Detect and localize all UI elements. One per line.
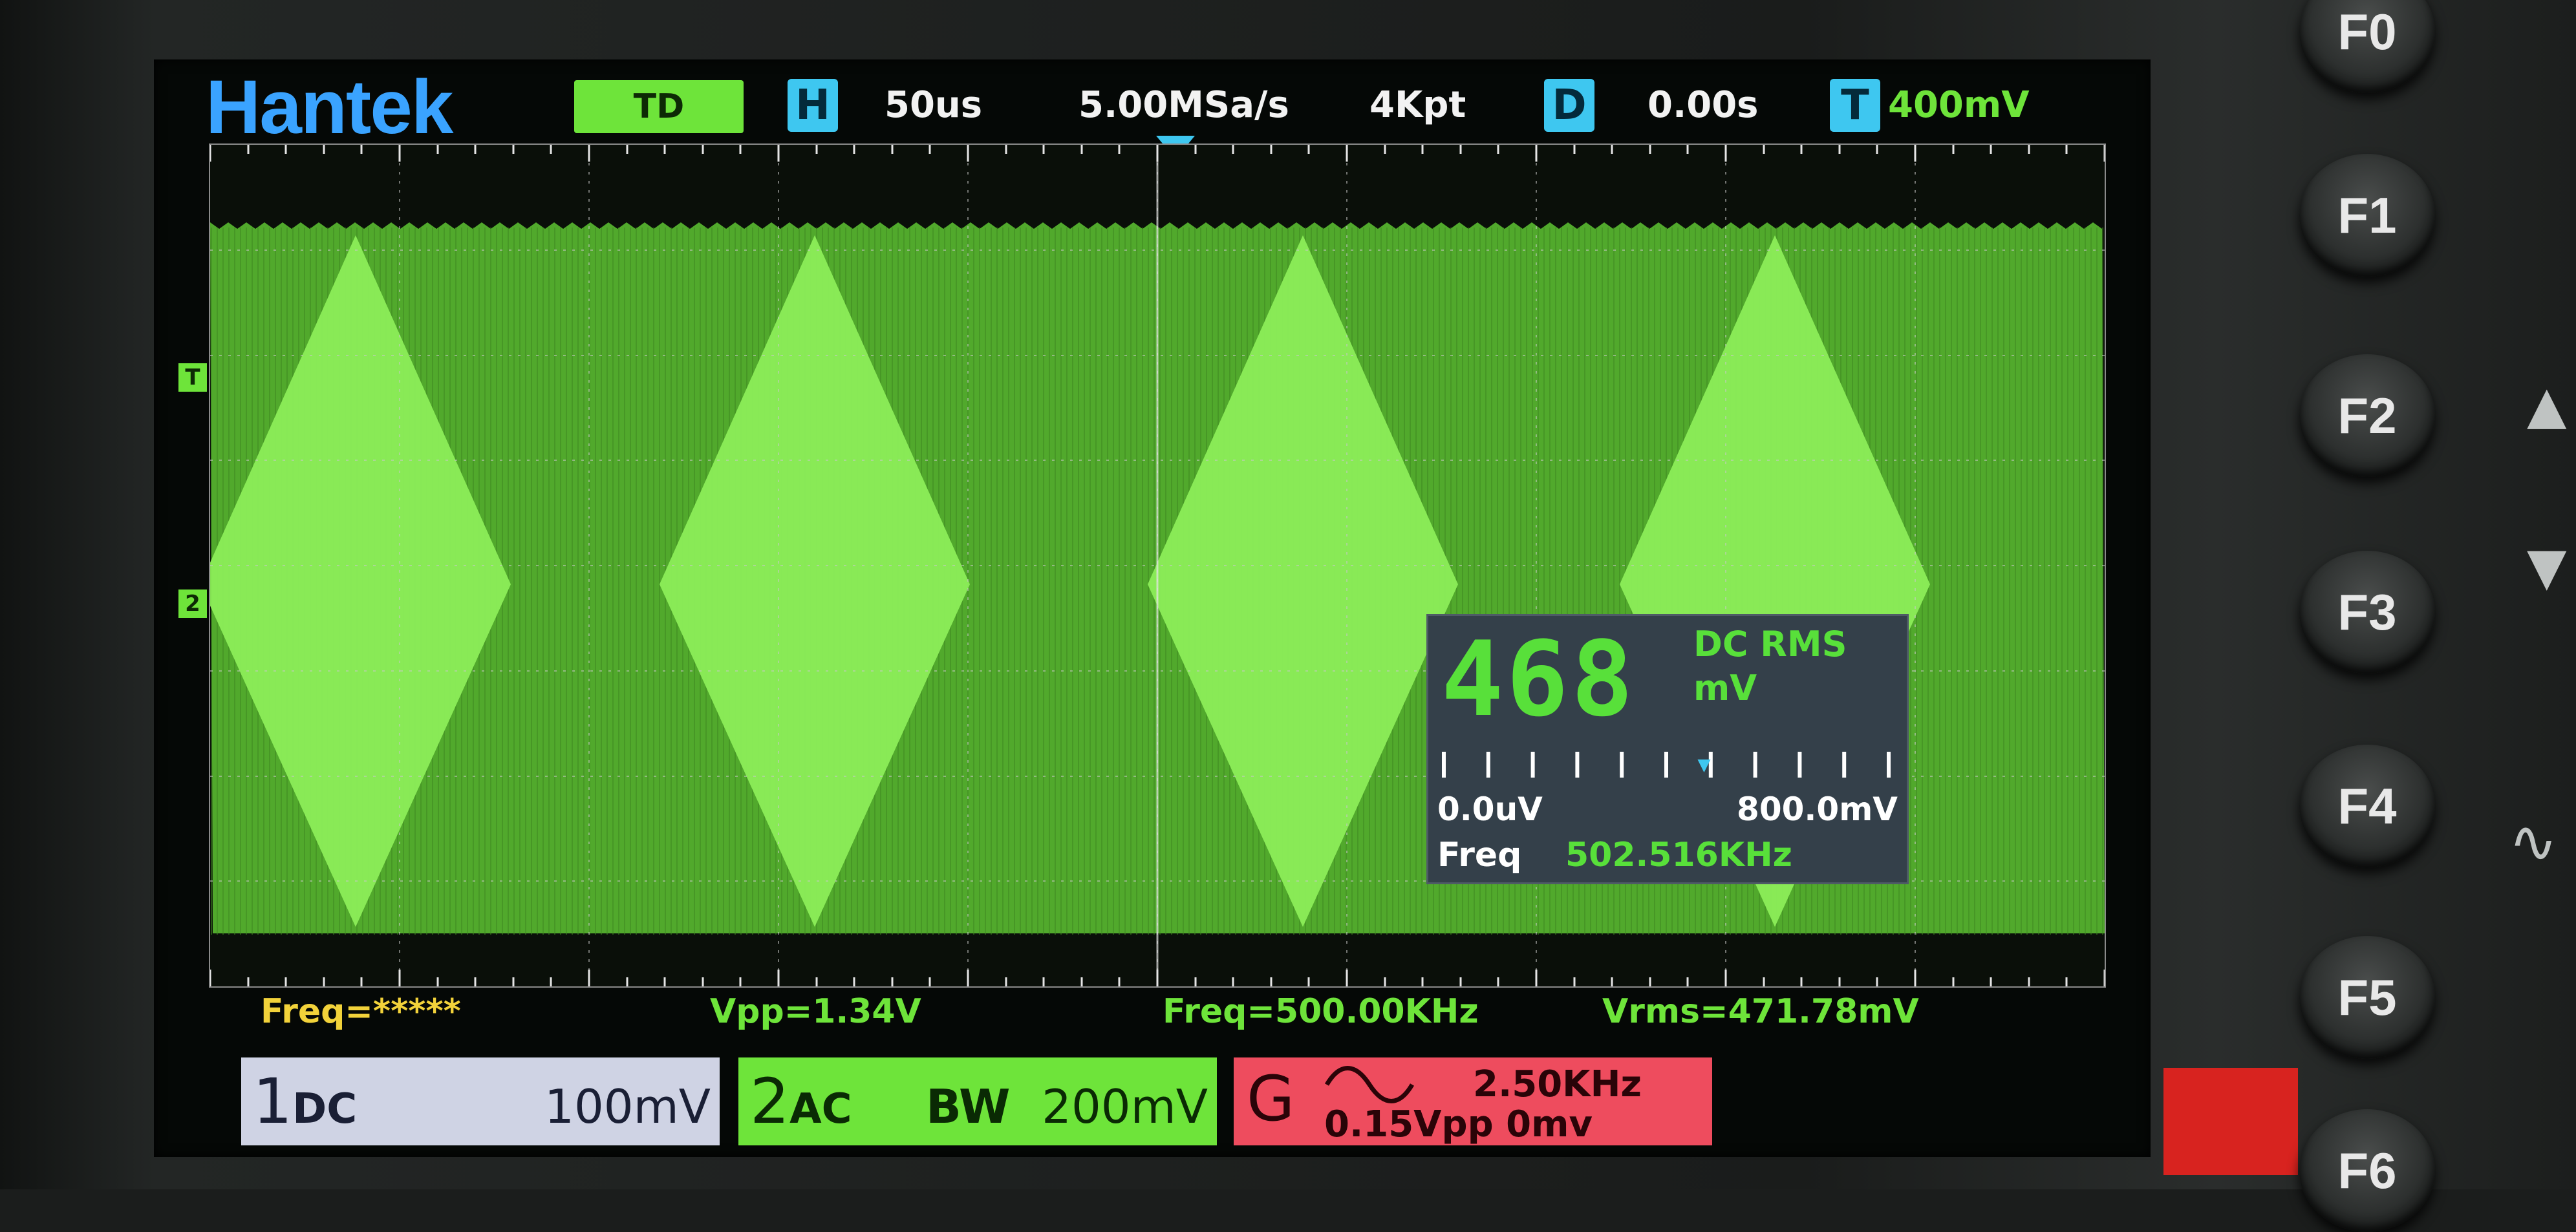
measure-vpp: Vpp=1.34V [710, 992, 921, 1031]
f2-button[interactable]: F2 [2299, 354, 2435, 477]
sample-rate-value: 5.00MSa/s [1079, 84, 1289, 126]
trigger-icon: T [1830, 79, 1880, 132]
measure-freq-ch1: Freq=***** [261, 992, 461, 1031]
multimeter-panel[interactable]: 468 DC RMS mV 0.0uV 800.0mV Freq 502.516… [1426, 614, 1909, 884]
horizontal-icon: H [788, 79, 838, 132]
meter-range-low: 0.0uV [1437, 791, 1543, 828]
red-indicator-panel [2163, 1068, 2298, 1175]
oscilloscope-screen: Hantek TD H 50us 5.00MSa/s 4Kpt D 0.00s … [154, 59, 2151, 1157]
trigger-level-marker[interactable]: T [178, 363, 207, 392]
f1-button[interactable]: F1 [2299, 154, 2435, 277]
channel2-status[interactable]: 2AC BW 200mV [738, 1057, 1217, 1145]
f3-button[interactable]: F3 [2299, 551, 2435, 674]
meter-mode: DC RMS [1693, 624, 1847, 664]
memory-depth-value: 4Kpt [1369, 84, 1466, 126]
timebase-value: 50us [885, 84, 983, 126]
f6-button[interactable]: F6 [2299, 1109, 2435, 1232]
measure-vrms: Vrms=471.78mV [1602, 992, 1919, 1031]
generator-label: G [1247, 1063, 1295, 1135]
meter-unit: mV [1693, 668, 1757, 708]
generator-frequency: 2.50KHz [1473, 1063, 1642, 1105]
channel1-status[interactable]: 1DC 100mV [241, 1057, 720, 1145]
channel-status-bar: 1DC 100mV 2AC BW 200mV G 2.50KHz 0.15Vpp… [154, 1050, 2151, 1157]
sine-icon [1324, 1066, 1415, 1103]
meter-scale [1442, 752, 1891, 778]
channel1-number: 1 [253, 1065, 293, 1138]
meter-freq-value: 502.516KHz [1565, 836, 1792, 875]
channel2-scale: 200mV [1042, 1079, 1208, 1134]
up-arrow-icon[interactable]: ▲ [2527, 375, 2567, 435]
down-arrow-icon[interactable]: ▼ [2527, 536, 2567, 597]
measure-freq-ch2: Freq=500.00KHz [1163, 992, 1479, 1031]
meter-range-high: 800.0mV [1737, 791, 1898, 828]
wave-knob-icon[interactable]: ∿ [2509, 808, 2557, 876]
generator-amplitude: 0.15Vpp 0mv [1324, 1103, 1593, 1145]
delay-value: 0.00s [1648, 84, 1759, 126]
channel2-number: 2 [750, 1065, 790, 1138]
channel2-coupling: AC [789, 1085, 852, 1133]
channel1-coupling: DC [292, 1085, 358, 1133]
meter-needle [1697, 759, 1711, 772]
top-status-bar: Hantek TD H 50us 5.00MSa/s 4Kpt D 0.00s … [154, 59, 2151, 146]
meter-reading: 468 [1441, 619, 1636, 739]
f4-button[interactable]: F4 [2299, 745, 2435, 867]
f5-button[interactable]: F5 [2299, 936, 2435, 1059]
channel1-scale: 100mV [544, 1079, 711, 1134]
channel2-bandwidth-limit: BW [926, 1079, 1011, 1134]
channel2-offset-marker[interactable]: 2 [178, 589, 207, 618]
generator-status[interactable]: G 2.50KHz 0.15Vpp 0mv [1234, 1057, 1712, 1145]
delay-icon: D [1544, 79, 1594, 132]
mode-tag[interactable]: TD [574, 80, 744, 133]
meter-freq-label: Freq [1437, 836, 1522, 875]
trigger-level-value: 400mV [1888, 84, 2030, 126]
brand-logo: Hantek [206, 65, 453, 150]
